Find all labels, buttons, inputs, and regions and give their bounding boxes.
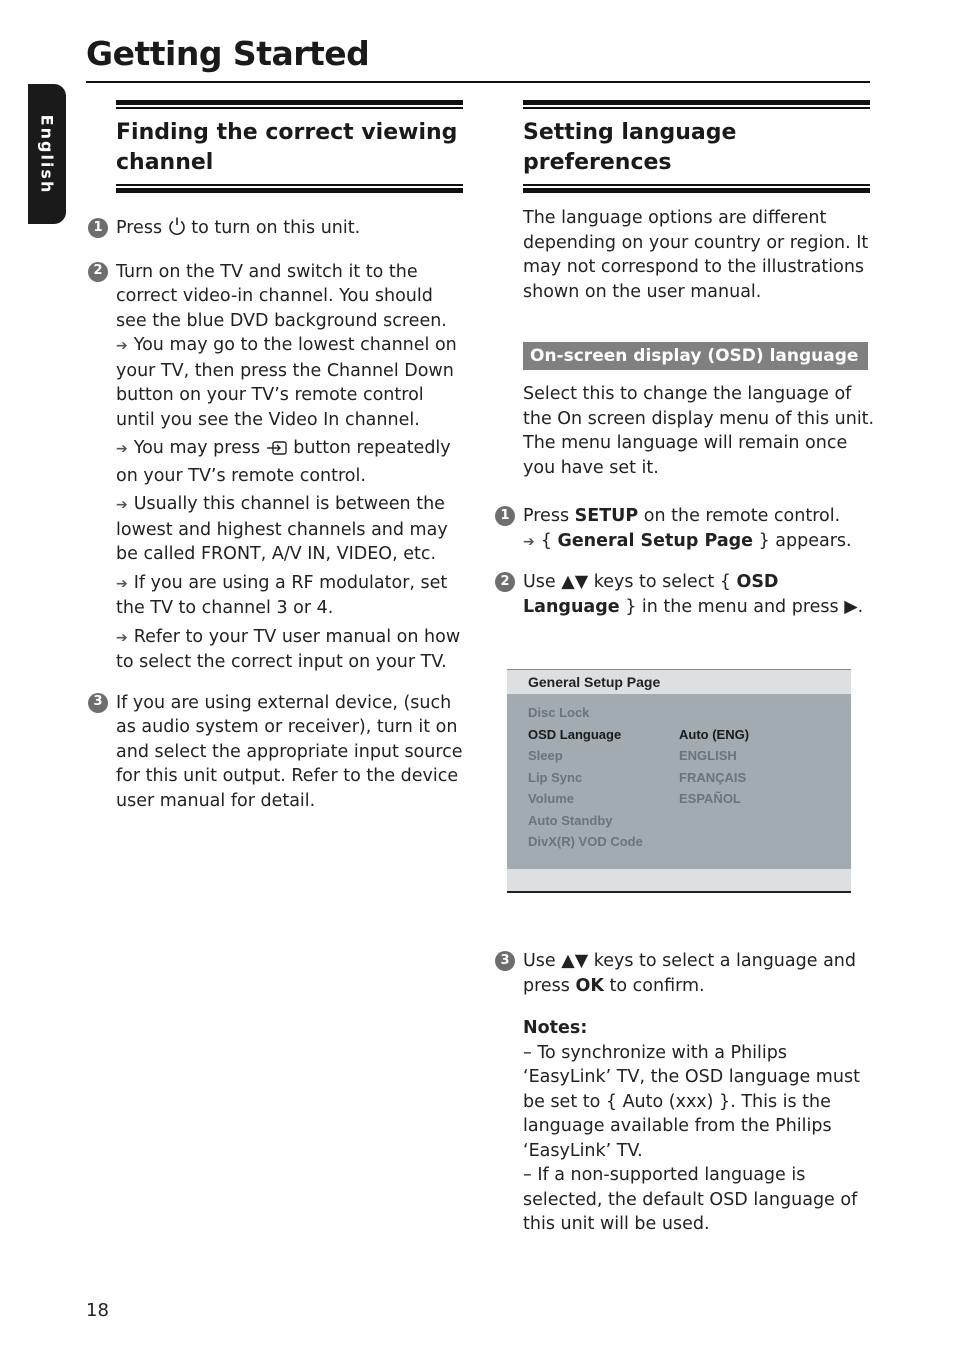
header-rule bbox=[523, 184, 870, 194]
arrow-icon: ➔ bbox=[116, 497, 128, 513]
arrow-icon: ➔ bbox=[116, 629, 128, 646]
menu-title: General Setup Page bbox=[507, 670, 851, 694]
header-rule bbox=[116, 184, 463, 194]
sub-note: ➔ Usually this channel is between the low… bbox=[116, 494, 448, 564]
note-item: – To synchronize with a Philips ‘EasyLin… bbox=[523, 1042, 860, 1161]
menu-row[interactable]: Auto Standby bbox=[507, 810, 851, 832]
menu-item-label: DivX(R) VOD Code bbox=[528, 834, 643, 849]
menu-item-label: Volume bbox=[528, 791, 574, 806]
menu-row[interactable]: Lip Sync FRANÇAIS bbox=[507, 767, 851, 789]
right-column: Setting language preferences The languag… bbox=[493, 100, 876, 1237]
menu-option-label: ESPAÑOL bbox=[679, 791, 741, 806]
menu-option-label: FRANÇAIS bbox=[679, 769, 747, 785]
notes-title: Notes: bbox=[523, 1018, 588, 1038]
step-number: 3 bbox=[495, 951, 515, 971]
menu-row[interactable]: Volume ESPAÑOL bbox=[507, 788, 851, 810]
header-rule bbox=[116, 100, 463, 115]
step-number: 2 bbox=[495, 572, 515, 592]
step-3: 3 If you are using external device, (suc… bbox=[86, 691, 466, 814]
language-tab-label: English bbox=[37, 114, 57, 194]
menu-row[interactable]: DivX(R) VOD Code bbox=[507, 831, 851, 853]
menu-item-label: Auto Standby bbox=[528, 812, 613, 828]
step-number: 1 bbox=[495, 506, 515, 526]
menu-row[interactable]: Disc Lock bbox=[507, 702, 851, 724]
arrow-icon: ➔ bbox=[116, 575, 128, 592]
arrow-icon: ➔ bbox=[116, 338, 128, 354]
page-number: 18 bbox=[86, 1300, 109, 1321]
step-number: 3 bbox=[88, 692, 108, 713]
step-number: 2 bbox=[88, 261, 108, 282]
step-number: 1 bbox=[88, 218, 108, 238]
menu-item-label: Lip Sync bbox=[528, 769, 583, 785]
menu-body: Disc Lock OSD Language Auto (ENG) Sleep ENGL… bbox=[507, 694, 851, 869]
section-title: Setting language preferences bbox=[523, 120, 737, 175]
page-title: Getting Started bbox=[86, 34, 370, 73]
arrow-icon: ➔ bbox=[523, 533, 535, 550]
sub-note: ➔ You may press button repeatedly on your… bbox=[116, 438, 451, 486]
step-2: 2 Turn on the TV and switch it to the co… bbox=[86, 260, 466, 675]
menu-row[interactable]: Sleep ENGLISH bbox=[507, 745, 851, 767]
sub-note: ➔ Refer to your TV user manual on how to … bbox=[116, 626, 461, 673]
subsection-heading: On-screen display (OSD) language bbox=[523, 342, 868, 370]
note-item: – If a non-supported language is selecte… bbox=[523, 1165, 858, 1234]
title-rule bbox=[86, 81, 870, 83]
power-icon bbox=[168, 216, 186, 244]
osd-step-2: 2 Use ▲▼ keys to select { OSD Language }… bbox=[493, 570, 876, 619]
section-header: Finding the correct viewing channel bbox=[116, 100, 463, 194]
header-rule bbox=[523, 100, 870, 115]
setup-menu-screenshot: General Setup Page Disc Lock OSD Language… bbox=[507, 669, 851, 893]
section-header: Setting language preferences bbox=[523, 100, 870, 194]
menu-item-label: Sleep bbox=[528, 748, 563, 763]
sub-note: ➔ You may go to the lowest channel on you… bbox=[116, 335, 457, 430]
menu-option-label: Auto (ENG) bbox=[679, 726, 750, 742]
intro-text: The language options are different depen… bbox=[523, 208, 869, 302]
section-title: Finding the correct viewing channel bbox=[116, 120, 458, 175]
arrow-icon: ➔ bbox=[116, 441, 128, 457]
left-column: Finding the correct viewing channel 1 Pr… bbox=[86, 100, 466, 813]
sub-note: ➔ If you are using a RF modulator, set th… bbox=[116, 572, 448, 619]
menu-footer bbox=[507, 869, 851, 891]
menu-row[interactable]: OSD Language Auto (ENG) bbox=[507, 724, 851, 746]
input-source-icon bbox=[266, 439, 288, 464]
osd-step-1: 1 Press SETUP on the remote control. ➔{ … bbox=[493, 504, 876, 554]
menu-item-label: Disc Lock bbox=[528, 705, 590, 720]
menu-option-label: ENGLISH bbox=[679, 748, 737, 763]
notes: Notes: – To synchronize with a Philips ‘… bbox=[523, 1016, 876, 1237]
osd-step-3: 3 Use ▲▼ keys to select a language and p… bbox=[493, 949, 876, 998]
step-1: 1 Press to turn on this unit. bbox=[86, 216, 466, 244]
menu-item-label: OSD Language bbox=[528, 726, 622, 742]
osd-description: Select this to change the language of th… bbox=[523, 384, 875, 478]
